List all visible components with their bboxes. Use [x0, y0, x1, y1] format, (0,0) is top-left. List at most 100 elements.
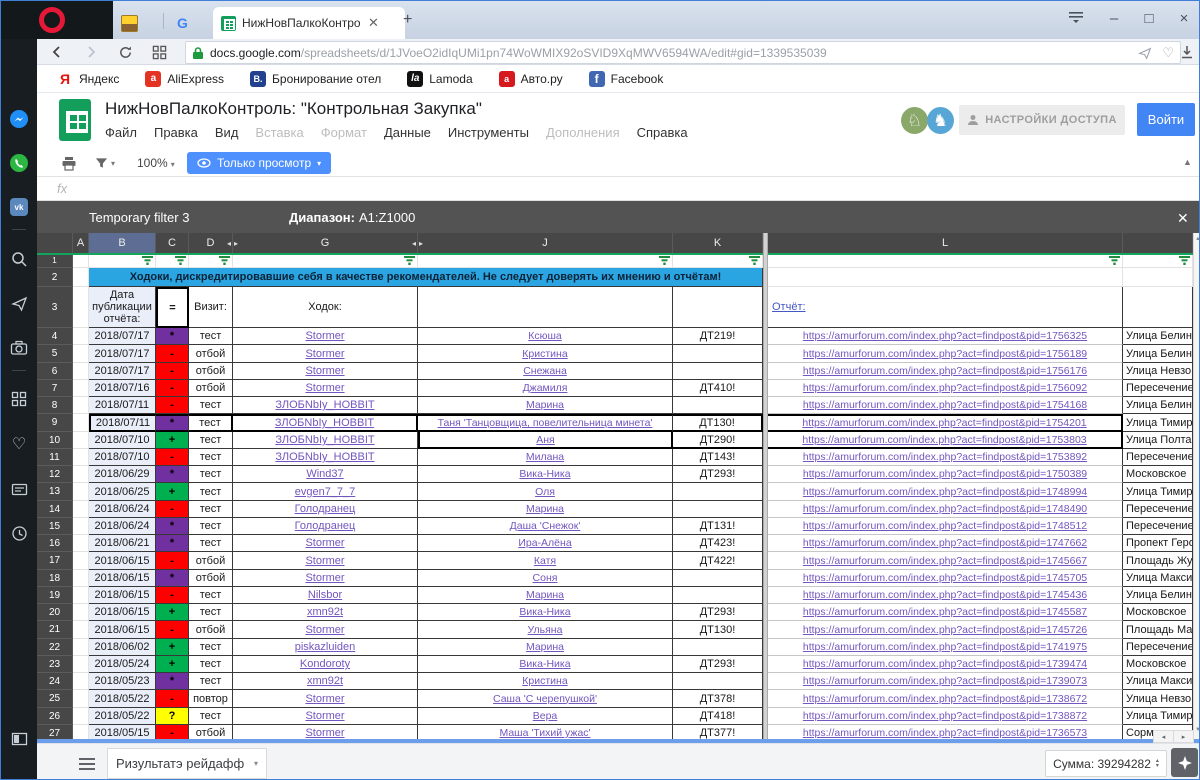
row-number[interactable]: 13 — [37, 483, 73, 501]
bookmark-heart-icon[interactable]: ♡ — [1162, 46, 1174, 60]
name-link[interactable]: Милана — [418, 449, 673, 466]
cell-A2[interactable] — [73, 268, 89, 287]
row-number[interactable]: 25 — [37, 690, 73, 708]
date-cell[interactable]: 2018/06/21 — [89, 535, 156, 552]
header-date[interactable]: Дата публикации отчёта: — [89, 287, 156, 328]
dt-cell[interactable] — [673, 501, 763, 518]
cell-M2[interactable] — [1123, 268, 1193, 287]
name-link[interactable]: Джамиля — [418, 380, 673, 397]
hodok-link[interactable]: piskazluiden — [233, 639, 418, 656]
street-cell[interactable]: Улица Невзо — [1123, 690, 1193, 708]
messenger-icon[interactable] — [9, 109, 29, 129]
report-url-link[interactable]: https://amurforum.com/index.php?act=find… — [768, 449, 1123, 466]
hodok-link[interactable]: Stormer — [233, 690, 418, 708]
dt-cell[interactable] — [673, 397, 763, 414]
cell[interactable] — [73, 328, 89, 345]
hodok-link[interactable]: Голодранец — [233, 501, 418, 518]
name-link[interactable]: Оля — [418, 483, 673, 501]
maximize-button[interactable]: □ — [1138, 10, 1160, 27]
visit-cell[interactable]: тест — [189, 466, 233, 483]
row-number[interactable]: 17 — [37, 552, 73, 570]
name-link[interactable]: Ира-Алёна — [418, 535, 673, 552]
visit-cell[interactable]: тест — [189, 432, 233, 449]
news-icon[interactable] — [9, 479, 29, 499]
hodok-link[interactable]: Stormer — [233, 552, 418, 570]
report-url-link[interactable]: https://amurforum.com/index.php?act=find… — [768, 432, 1123, 449]
speed-dial-icon[interactable] — [149, 42, 169, 62]
share-flow-icon[interactable] — [1138, 46, 1152, 60]
row-number[interactable]: 15 — [37, 518, 73, 535]
report-url-link[interactable]: https://amurforum.com/index.php?act=find… — [768, 621, 1123, 639]
dt-cell[interactable] — [673, 587, 763, 604]
report-url-link[interactable]: https://amurforum.com/index.php?act=find… — [768, 656, 1123, 673]
dt-cell[interactable]: ДТ130! — [673, 414, 763, 432]
mark-cell[interactable]: - — [156, 345, 189, 363]
date-cell[interactable]: 2018/07/16 — [89, 380, 156, 397]
visit-cell[interactable]: отбой — [189, 363, 233, 380]
visit-cell[interactable]: тест — [189, 535, 233, 552]
header-visit[interactable]: Визит: — [189, 287, 233, 328]
visit-cell[interactable]: тест — [189, 483, 233, 501]
report-url-link[interactable]: https://amurforum.com/index.php?act=find… — [768, 708, 1123, 725]
hodok-link[interactable]: xmn92t — [233, 673, 418, 690]
street-cell[interactable]: Пересечение — [1123, 518, 1193, 535]
cell[interactable] — [73, 501, 89, 518]
close-filter-icon[interactable]: ✕ — [1177, 210, 1189, 227]
date-cell[interactable]: 2018/07/17 — [89, 345, 156, 363]
header-hodok[interactable]: Ходок: — [233, 287, 418, 328]
bookmark-autoru[interactable]: aАвто.ру — [499, 71, 563, 87]
cell[interactable] — [73, 604, 89, 621]
dt-cell[interactable]: ДТ410! — [673, 380, 763, 397]
visit-cell[interactable]: отбой — [189, 570, 233, 587]
report-url-link[interactable]: https://amurforum.com/index.php?act=find… — [768, 466, 1123, 483]
anonymous-avatar[interactable]: ♞ — [927, 107, 954, 134]
name-link[interactable]: Вера — [418, 708, 673, 725]
mark-cell[interactable]: + — [156, 483, 189, 501]
grid-icon[interactable] — [9, 389, 29, 409]
report-url-link[interactable]: https://amurforum.com/index.php?act=find… — [768, 604, 1123, 621]
report-url-link[interactable]: https://amurforum.com/index.php?act=find… — [768, 535, 1123, 552]
mark-cell[interactable]: * — [156, 673, 189, 690]
new-tab-button[interactable]: + — [403, 11, 412, 29]
name-link[interactable]: Снежана — [418, 363, 673, 380]
mark-cell[interactable]: ? — [156, 708, 189, 725]
mark-cell[interactable]: * — [156, 328, 189, 345]
dt-cell[interactable]: ДТ290! — [673, 432, 763, 449]
hodok-link[interactable]: Wind37 — [233, 466, 418, 483]
name-link[interactable]: Кристина — [418, 673, 673, 690]
mark-cell[interactable]: - — [156, 552, 189, 570]
report-url-link[interactable]: https://amurforum.com/index.php?act=find… — [768, 587, 1123, 604]
scroll-right-arrow[interactable]: ▸ — [1173, 730, 1194, 743]
visit-cell[interactable]: отбой — [189, 552, 233, 570]
zoom-select[interactable]: 100%▾ — [137, 156, 175, 170]
dt-cell[interactable]: ДТ418! — [673, 708, 763, 725]
all-sheets-icon[interactable] — [79, 757, 95, 775]
name-link[interactable]: Соня — [418, 570, 673, 587]
mark-cell[interactable]: * — [156, 570, 189, 587]
row-number[interactable]: 18 — [37, 570, 73, 587]
history-icon[interactable] — [9, 523, 29, 543]
menu-Справка[interactable]: Справка — [637, 125, 688, 140]
scroll-left-arrow[interactable]: ◂ — [1153, 730, 1174, 743]
hodok-link[interactable]: Nilsbor — [233, 587, 418, 604]
view-mode-button[interactable]: Только просмотр▾ — [187, 152, 331, 174]
mark-cell[interactable]: - — [156, 363, 189, 380]
street-cell[interactable]: Улица Макси — [1123, 673, 1193, 690]
row-number[interactable]: 21 — [37, 621, 73, 639]
row-number[interactable]: 5 — [37, 345, 73, 363]
print-icon[interactable] — [59, 153, 79, 173]
date-cell[interactable]: 2018/07/10 — [89, 432, 156, 449]
mark-cell[interactable]: - — [156, 587, 189, 604]
visit-cell[interactable]: тест — [189, 449, 233, 466]
sheets-logo[interactable] — [59, 99, 91, 141]
menu-Вид[interactable]: Вид — [215, 125, 239, 140]
row-number[interactable]: 10 — [37, 432, 73, 449]
bookmark-lamoda[interactable]: laLamoda — [407, 71, 472, 87]
camera-icon[interactable] — [9, 338, 29, 358]
visit-cell[interactable]: тест — [189, 708, 233, 725]
visit-cell[interactable]: повтор — [189, 690, 233, 708]
name-link[interactable]: Марина — [418, 501, 673, 518]
street-cell[interactable]: Площадь Ма — [1123, 621, 1193, 639]
filter-icon[interactable]: ▾ — [95, 153, 115, 173]
tab-close-icon[interactable]: ✕ — [368, 15, 379, 31]
